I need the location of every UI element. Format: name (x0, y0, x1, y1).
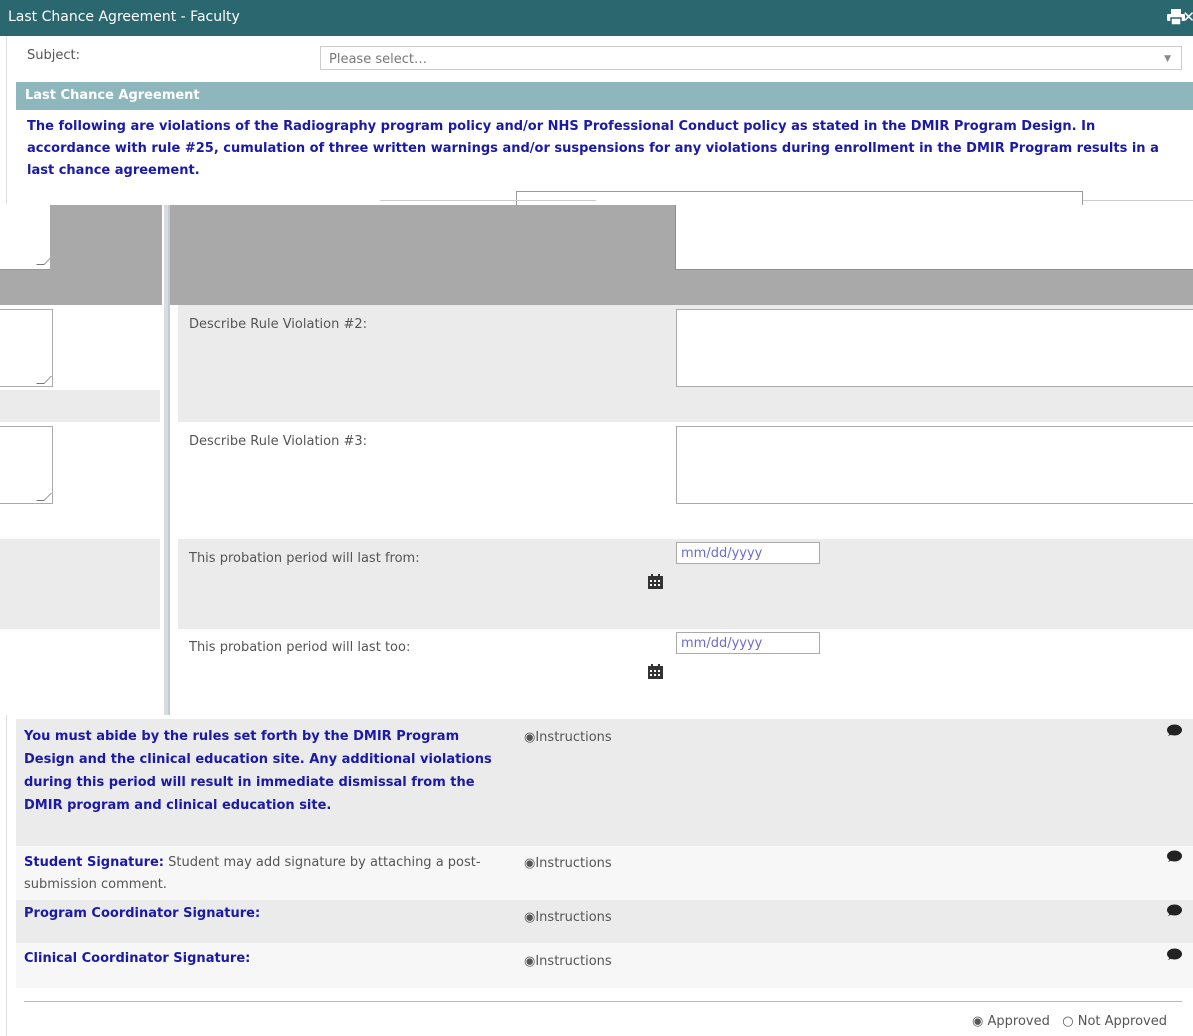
violation-2-label: Describe Rule Violation #2: (189, 317, 368, 332)
divider (24, 1001, 1182, 1002)
instructions-label: Instructions (535, 856, 612, 871)
calendar-icon[interactable] (648, 574, 663, 593)
violation-2-textarea[interactable] (676, 309, 1193, 387)
window-titlebar: Last Chance Agreement - Faculty ✕ (0, 0, 1193, 36)
rules-notice-text: You must abide by the rules set forth by… (24, 729, 492, 813)
not-approved-radio[interactable]: ○ Not Approved (1062, 1014, 1167, 1029)
resize-grip-icon[interactable] (36, 376, 52, 384)
approval-group: ◉ Approved ○ Not Approved (972, 1014, 1167, 1029)
comment-icon[interactable] (1166, 724, 1182, 742)
calendar-icon[interactable] (648, 664, 663, 683)
radio-icon: ◉ (524, 856, 536, 871)
form-left-border (6, 715, 16, 1036)
probation-to-label: This probation period will last too: (189, 640, 411, 655)
radio-icon: ◉ (524, 730, 536, 745)
overlay-block (168, 205, 676, 305)
left-textarea-clipped[interactable] (0, 426, 53, 504)
form-left-border (6, 36, 17, 204)
instructions-link[interactable]: ◉Instructions (524, 856, 612, 871)
approved-radio[interactable]: ◉ Approved (972, 1014, 1050, 1029)
student-signature-label: Student Signature: (24, 855, 164, 870)
chevron-down-icon: ▼ (1164, 54, 1171, 64)
subject-select-value: Please select… (329, 52, 427, 67)
divider (1083, 200, 1193, 201)
probation-from-date-input[interactable]: mm/dd/yyyy (676, 542, 820, 564)
comment-icon[interactable] (1166, 904, 1182, 922)
probation-from-label: This probation period will last from: (189, 551, 420, 566)
resize-grip-icon[interactable] (36, 493, 52, 501)
instructions-link[interactable]: ◉Instructions (524, 730, 612, 745)
subject-select[interactable]: Please select… ▼ (320, 46, 1182, 70)
left-textarea-clipped[interactable] (0, 309, 53, 387)
panel-divider (168, 205, 170, 715)
radio-icon: ◉ (524, 954, 536, 969)
not-approved-label: Not Approved (1077, 1014, 1167, 1029)
violation-3-textarea[interactable] (676, 426, 1193, 504)
instructions-label: Instructions (535, 954, 612, 969)
overlay-block (676, 270, 1193, 305)
close-icon[interactable]: ✕ (1182, 8, 1193, 26)
violation-1-textarea[interactable] (675, 205, 1193, 270)
divider (380, 200, 596, 201)
probation-to-date-input[interactable]: mm/dd/yyyy (676, 632, 820, 654)
radio-icon: ◉ (524, 910, 536, 925)
clinical-coordinator-signature-label: Clinical Coordinator Signature: (24, 951, 251, 966)
comment-icon[interactable] (1166, 948, 1182, 966)
section-header: Last Chance Agreement (16, 82, 1193, 110)
overlay-block (0, 270, 162, 305)
comment-icon[interactable] (1166, 850, 1182, 868)
instructions-link[interactable]: ◉Instructions (524, 910, 612, 925)
instructions-link[interactable]: ◉Instructions (524, 954, 612, 969)
student-signature-text: Student Signature: Student may add signa… (24, 852, 494, 896)
left-textarea-clipped[interactable] (0, 205, 52, 270)
left-panel-row (0, 390, 160, 422)
overlay-block (50, 205, 162, 270)
program-coordinator-signature-label: Program Coordinator Signature: (24, 906, 261, 921)
instructions-label: Instructions (535, 910, 612, 925)
violation-3-label: Describe Rule Violation #3: (189, 434, 368, 449)
approved-label: Approved (987, 1014, 1050, 1029)
subject-label: Subject: (27, 48, 80, 63)
section-intro: The following are violations of the Radi… (27, 119, 1159, 178)
instructions-label: Instructions (535, 730, 612, 745)
window-title: Last Chance Agreement - Faculty (8, 9, 240, 25)
left-panel-row (0, 539, 160, 629)
